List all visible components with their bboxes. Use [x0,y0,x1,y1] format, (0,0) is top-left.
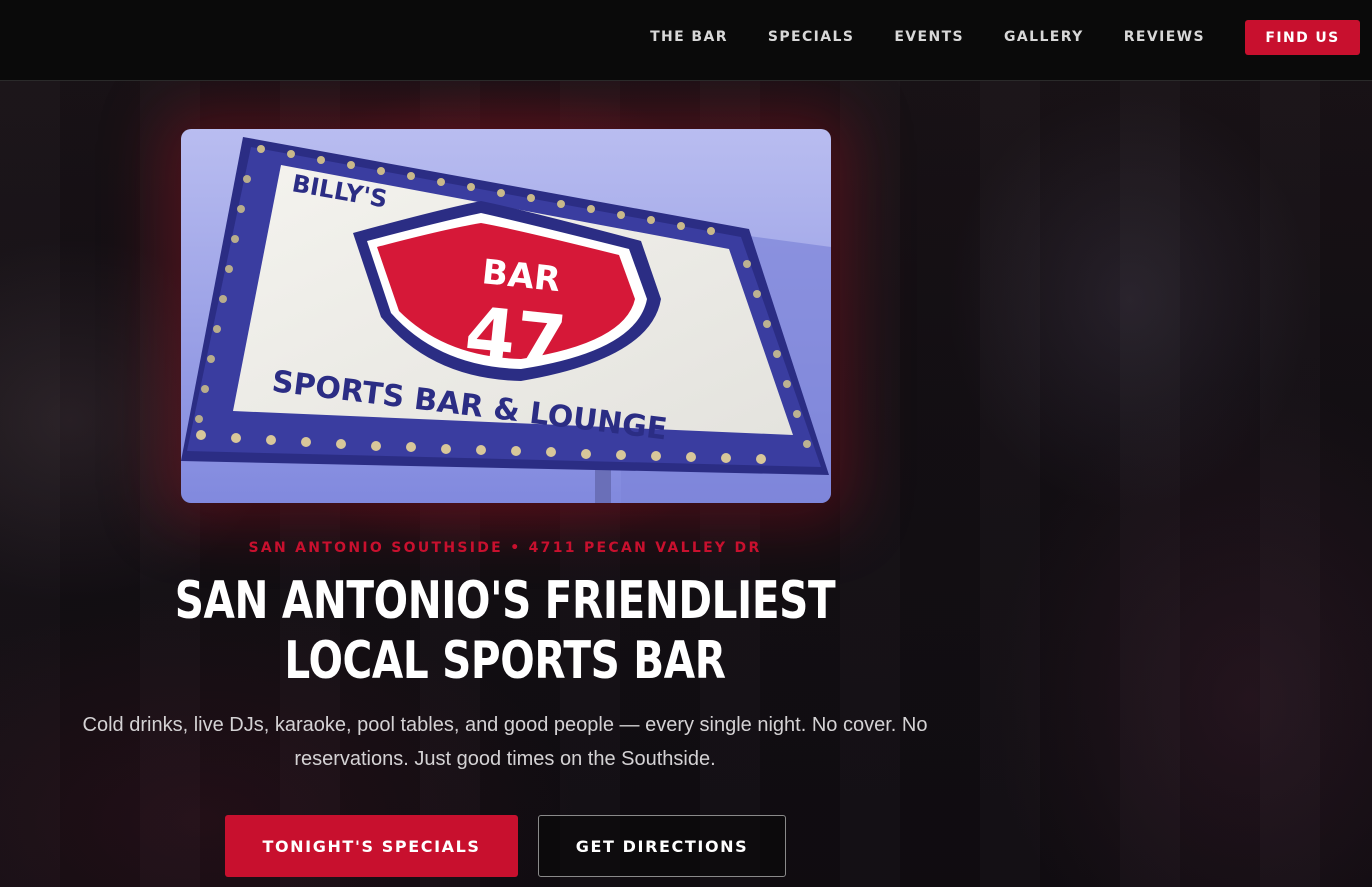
nav-link-specials[interactable]: SPECIALS [768,20,854,55]
nav-link-events[interactable]: EVENTS [894,20,964,55]
nav-link-gallery[interactable]: GALLERY [1004,20,1084,55]
sign-badge-number: 47 [461,290,569,384]
nav-link-reviews[interactable]: REVIEWS [1124,20,1205,55]
hero-section: BILLY'S BAR 47 SPORTS BAR & LOUNGE SAN A… [0,81,1372,887]
tonights-specials-button[interactable]: TONIGHT'S SPECIALS [225,815,518,877]
find-us-button[interactable]: FIND US [1245,20,1360,55]
hero-headline: SAN ANTONIO'S FRIENDLIEST LOCAL SPORTS B… [111,571,899,691]
location-kicker: SAN ANTONIO SOUTHSIDE • 4711 PECAN VALLE… [248,540,762,556]
hero-subtext: Cold drinks, live DJs, karaoke, pool tab… [82,714,928,770]
headline-line-2: LOCAL SPORTS BAR [284,631,726,691]
get-directions-button[interactable]: GET DIRECTIONS [538,815,786,877]
nav-links: THE BAR SPECIALS EVENTS GALLERY REVIEWS … [650,20,1360,55]
headline-line-1: SAN ANTONIO'S FRIENDLIEST [174,571,836,631]
bar-sign-photo: BILLY'S BAR 47 SPORTS BAR & LOUNGE [181,129,831,503]
top-navbar: THE BAR SPECIALS EVENTS GALLERY REVIEWS … [0,0,1372,81]
bar-sign-illustration: BILLY'S BAR 47 SPORTS BAR & LOUNGE [181,129,831,503]
nav-link-the-bar[interactable]: THE BAR [650,20,728,55]
